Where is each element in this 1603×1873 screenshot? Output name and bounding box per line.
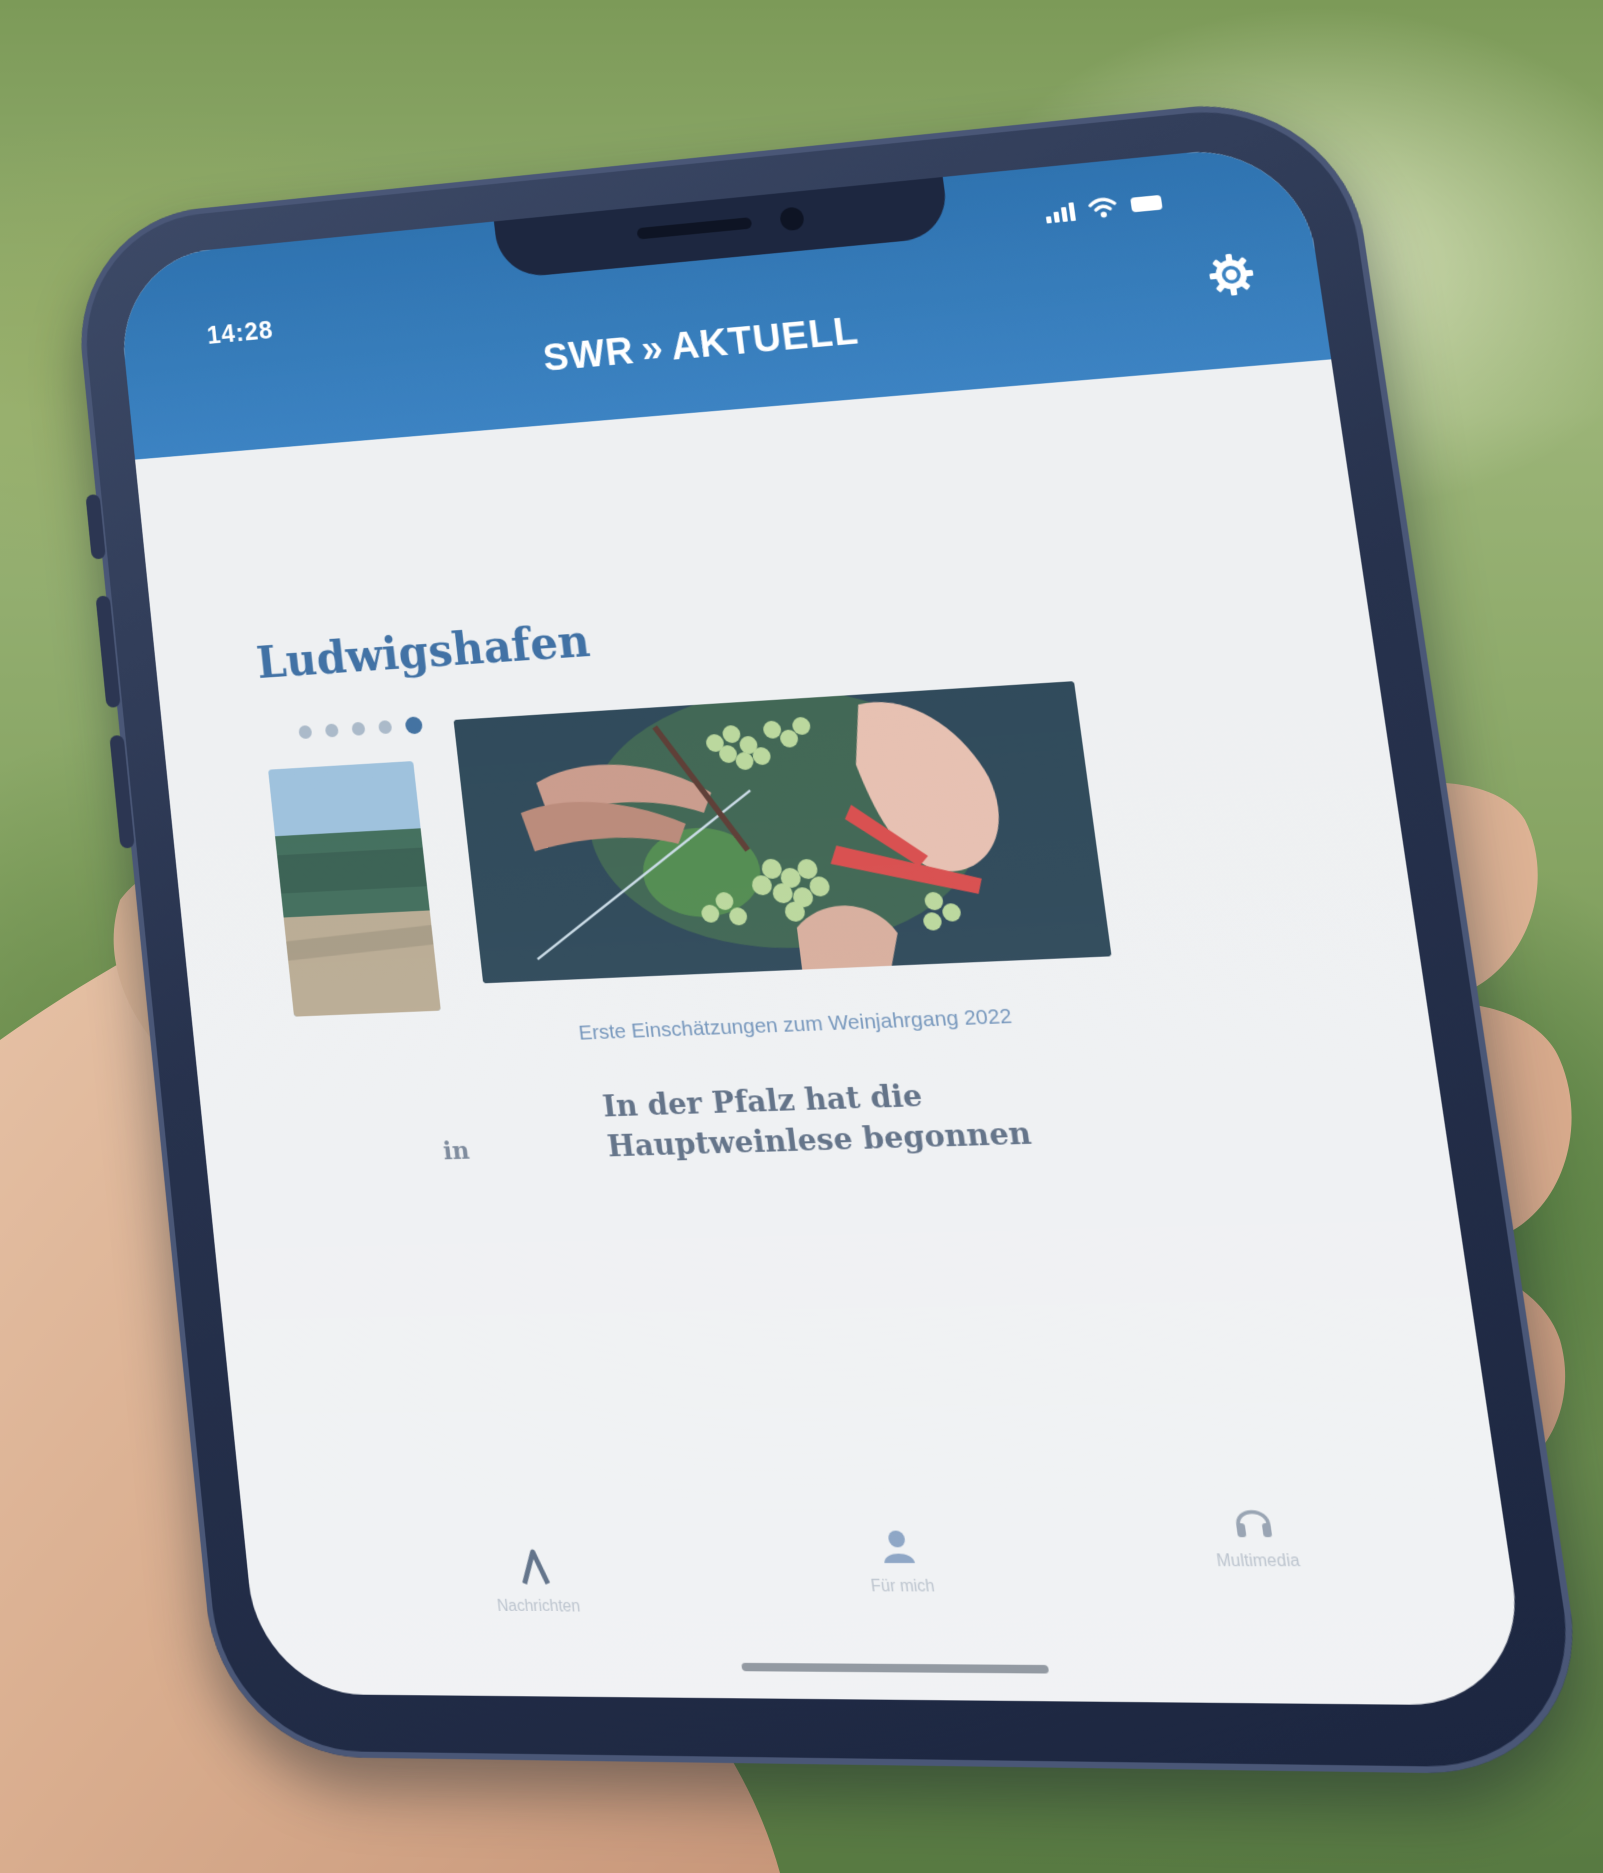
article-title[interactable]: In der Pfalz hat die Hauptweinlese begon… — [601, 1069, 1133, 1167]
pager-dot[interactable] — [377, 720, 393, 735]
pager-dot-active[interactable] — [404, 716, 424, 735]
nav-label-for-me: Für mich — [869, 1577, 936, 1596]
wifi-icon — [1087, 195, 1118, 218]
phone-screen: 14:28 SWR»AKTUELL Ludwigshafen in Erste … — [114, 141, 1532, 1706]
previous-article-image[interactable] — [268, 761, 441, 1017]
brand-logo-aktuell: AKTUELL — [668, 309, 861, 369]
person-icon — [883, 1530, 916, 1564]
pager-dot[interactable] — [324, 723, 339, 738]
pager-dot[interactable] — [298, 725, 313, 740]
signal-icon — [1044, 199, 1076, 224]
previous-article-title-fragment[interactable]: in — [442, 1136, 471, 1165]
headphones-icon — [1228, 1499, 1277, 1538]
status-icons — [1044, 191, 1163, 224]
article-kicker[interactable]: Erste Einschätzungen zum Weinjahrgang 20… — [577, 996, 1099, 1050]
carousel-pager[interactable] — [298, 716, 424, 741]
nav-item-news[interactable]: Nachrichten — [491, 1547, 581, 1617]
home-indicator[interactable] — [741, 1662, 1050, 1674]
region-title: Ludwigshafen — [254, 614, 593, 689]
gear-icon[interactable] — [1204, 250, 1258, 300]
phone: 14:28 SWR»AKTUELL Ludwigshafen in Erste … — [68, 91, 1596, 1776]
status-time: 14:28 — [205, 315, 275, 350]
brand-logo-mark: » — [638, 327, 667, 371]
article-image-grape-harvest[interactable] — [453, 681, 1112, 984]
news-icon — [513, 1547, 556, 1588]
nav-label-multimedia: Multimedia — [1215, 1552, 1302, 1571]
nav-label-news: Nachrichten — [496, 1597, 582, 1616]
nav-item-multimedia[interactable]: Multimedia — [1208, 1498, 1301, 1571]
battery-icon — [1130, 194, 1163, 213]
bottom-navigation: Nachrichten Für mich Multimedia — [235, 1432, 1531, 1706]
brand-logo: SWR»AKTUELL — [126, 268, 1324, 417]
front-camera — [778, 206, 806, 232]
pager-dot[interactable] — [351, 721, 366, 736]
earpiece-speaker — [636, 217, 753, 240]
brand-logo-swr: SWR — [540, 329, 637, 380]
nav-item-for-me[interactable]: Für mich — [863, 1525, 936, 1596]
